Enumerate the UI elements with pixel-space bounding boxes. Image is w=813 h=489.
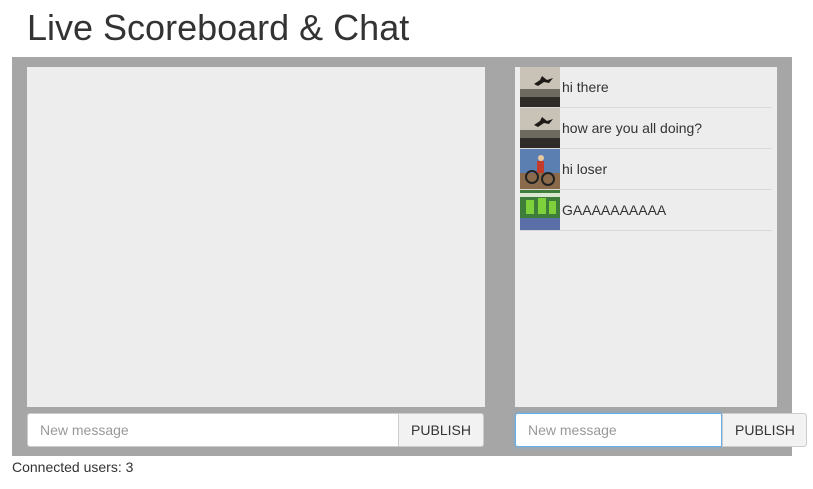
chat-publish-button[interactable]: PUBLISH bbox=[722, 413, 807, 447]
chat-message: hi loser bbox=[520, 149, 772, 190]
chat-message-text: hi loser bbox=[562, 161, 608, 177]
avatar bbox=[520, 190, 560, 230]
connected-users-status: Connected users: 3 bbox=[12, 459, 134, 475]
chat-message-list: hi there how are you all doing? hi loser… bbox=[515, 67, 777, 407]
chat-message-text: hi there bbox=[562, 79, 609, 95]
chat-message: hi there bbox=[520, 67, 772, 108]
chat-message-text: GAAAAAAAAAA bbox=[562, 202, 667, 218]
bmx-rider-avatar-icon bbox=[520, 149, 560, 189]
chat-message: how are you all doing? bbox=[520, 108, 772, 149]
chat-input-group: PUBLISH bbox=[515, 413, 807, 447]
scoreboard-message-input[interactable] bbox=[27, 413, 398, 447]
page-title: Live Scoreboard & Chat bbox=[27, 7, 410, 48]
scoreboard-input-group: PUBLISH bbox=[27, 413, 484, 447]
avatar bbox=[520, 108, 560, 148]
avatar bbox=[520, 67, 560, 107]
cyclists-avatar-icon bbox=[520, 190, 560, 230]
scoreboard-publish-button[interactable]: PUBLISH bbox=[398, 413, 484, 447]
chat-message-input[interactable] bbox=[515, 413, 722, 447]
jumping-person-avatar-icon bbox=[520, 67, 560, 107]
chat-message: GAAAAAAAAAA bbox=[520, 190, 772, 231]
scoreboard-panel bbox=[27, 67, 485, 407]
avatar bbox=[520, 149, 560, 189]
main-frame: hi there how are you all doing? hi loser… bbox=[12, 57, 807, 456]
chat-message-text: how are you all doing? bbox=[562, 120, 703, 136]
jumping-person-avatar-icon bbox=[520, 108, 560, 148]
